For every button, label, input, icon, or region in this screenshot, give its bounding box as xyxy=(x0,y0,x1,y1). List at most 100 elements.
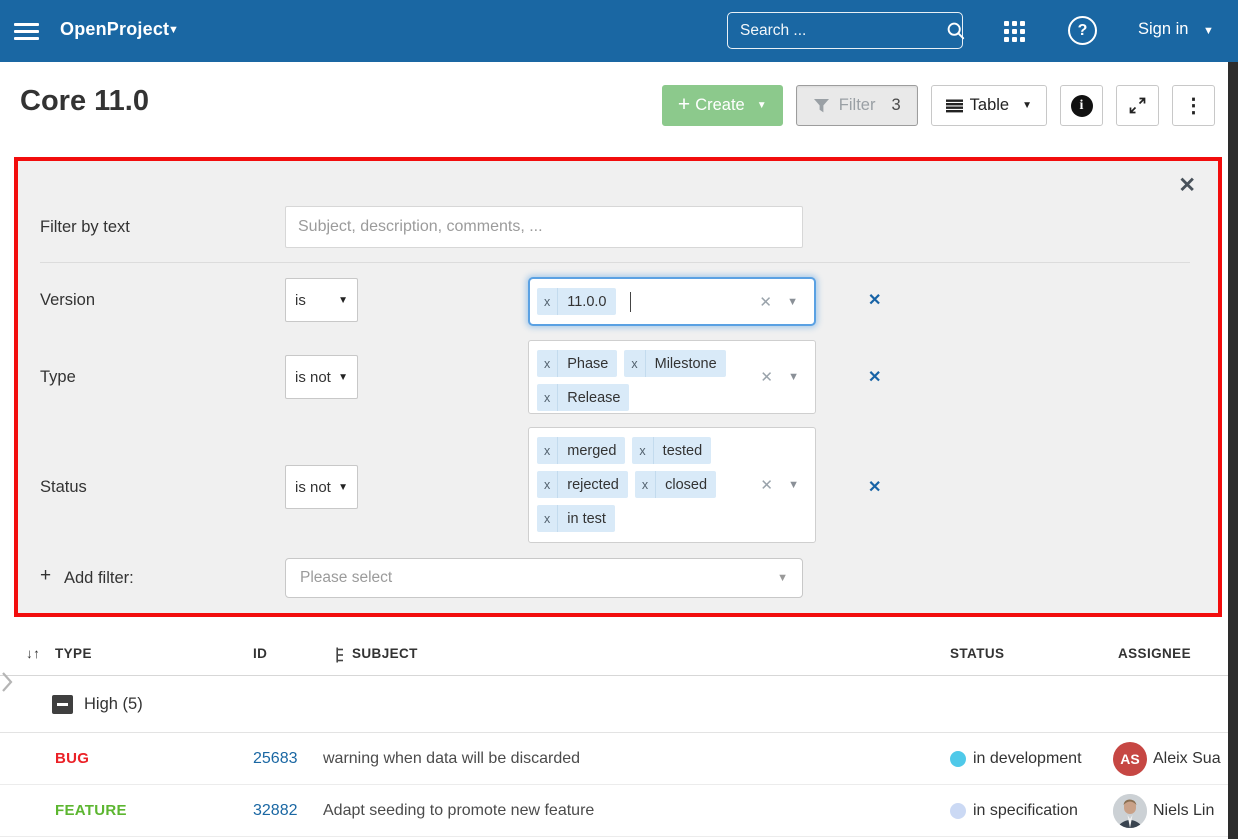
assignee-name: Aleix Sua xyxy=(1153,733,1221,785)
clear-selection-icon[interactable]: ✕ xyxy=(760,476,773,494)
dropdown-caret-icon[interactable]: ▼ xyxy=(787,296,798,308)
divider xyxy=(40,262,1190,263)
toolbar: + Create ▼ Filter 3 Table ▼ i ⋮ xyxy=(662,85,1215,126)
clear-selection-icon[interactable]: ✕ xyxy=(759,293,772,311)
value-chip: x merged xyxy=(537,437,625,464)
table-label: Table xyxy=(970,96,1009,115)
operator-value: is not xyxy=(295,479,331,496)
person-photo xyxy=(1113,794,1147,828)
create-label: Create xyxy=(695,96,745,115)
global-search[interactable] xyxy=(727,12,963,49)
column-header-assignee[interactable]: ASSIGNEE xyxy=(1118,632,1191,676)
chip-remove-icon[interactable]: x xyxy=(632,437,653,464)
column-header-status[interactable]: STATUS xyxy=(950,632,1004,676)
text-filter-input[interactable] xyxy=(285,206,803,248)
subject-cell[interactable]: Adapt seeding to promote new feature xyxy=(323,785,594,837)
chip-remove-icon[interactable]: x xyxy=(537,505,558,532)
work-package-row[interactable]: FEATURE 32882 Adapt seeding to promote n… xyxy=(0,785,1238,837)
value-chip: x in test xyxy=(537,505,615,532)
filter-name-version: Version xyxy=(40,291,95,310)
chip-label: Release xyxy=(558,390,629,406)
chevron-down-icon: ▼ xyxy=(338,372,348,383)
id-link[interactable]: 32882 xyxy=(253,785,298,837)
remove-type-filter-button[interactable]: ✕ xyxy=(868,367,881,387)
search-icon[interactable] xyxy=(946,21,966,41)
sort-icon[interactable]: ↓↑ xyxy=(26,632,40,676)
chevron-down-icon[interactable]: ▼ xyxy=(168,24,179,36)
table-view-button[interactable]: Table ▼ xyxy=(931,85,1047,126)
status-operator-select[interactable]: is not ▼ xyxy=(285,465,358,509)
subject-cell[interactable]: warning when data will be discarded xyxy=(323,733,580,785)
info-icon: i xyxy=(1071,95,1093,117)
assignee-name: Niels Lin xyxy=(1153,785,1214,837)
add-filter-label[interactable]: Add filter: xyxy=(64,569,134,588)
type-cell: FEATURE xyxy=(55,785,127,837)
chip-remove-icon[interactable]: x xyxy=(537,384,558,411)
filter-by-text-label: Filter by text xyxy=(40,218,130,237)
chip-remove-icon[interactable]: x xyxy=(537,350,558,377)
chip-remove-icon[interactable]: x xyxy=(537,437,558,464)
column-header-type[interactable]: TYPE xyxy=(55,632,92,676)
status-cell: in development xyxy=(973,733,1082,785)
plus-icon[interactable]: + xyxy=(40,565,51,587)
top-header-bar: OpenProject ▼ ? Sign in ▼ xyxy=(0,0,1238,62)
value-chip: x Phase xyxy=(537,350,617,377)
page-title: Core 11.0 xyxy=(20,85,149,118)
search-input[interactable] xyxy=(728,22,946,40)
chip-remove-icon[interactable]: x xyxy=(624,350,645,377)
info-button[interactable]: i xyxy=(1060,85,1103,126)
value-chip: x closed xyxy=(635,471,716,498)
help-icon[interactable]: ? xyxy=(1068,16,1097,45)
hamburger-menu-icon[interactable] xyxy=(14,19,40,43)
chip-remove-icon[interactable]: x xyxy=(537,471,558,498)
create-button[interactable]: + Create ▼ xyxy=(662,85,783,126)
chip-label: merged xyxy=(558,443,625,459)
version-operator-select[interactable]: is ▼ xyxy=(285,278,358,322)
value-chip: x Milestone xyxy=(624,350,725,377)
operator-value: is xyxy=(295,292,306,309)
remove-status-filter-button[interactable]: ✕ xyxy=(868,477,881,497)
chevron-down-icon[interactable]: ▼ xyxy=(1203,25,1214,37)
more-options-button[interactable]: ⋮ xyxy=(1172,85,1215,126)
type-values-multiselect[interactable]: x Phase x Milestone x Release ✕ ▼ xyxy=(528,340,816,414)
value-chip: x 11.0.0 xyxy=(537,288,616,315)
id-link[interactable]: 25683 xyxy=(253,733,298,785)
status-values-multiselect[interactable]: x merged x tested x rejected x closed x … xyxy=(528,427,816,543)
hierarchy-icon[interactable] xyxy=(336,647,345,663)
version-values-multiselect[interactable]: x 11.0.0 ✕ ▼ xyxy=(528,277,816,326)
type-operator-select[interactable]: is not ▼ xyxy=(285,355,358,399)
filter-name-status: Status xyxy=(40,478,87,497)
filter-button[interactable]: Filter 3 xyxy=(796,85,918,126)
scrollbar[interactable] xyxy=(1228,62,1238,839)
dropdown-caret-icon[interactable]: ▼ xyxy=(788,479,799,491)
status-cell: in specification xyxy=(973,785,1078,837)
chip-remove-icon[interactable]: x xyxy=(537,288,558,315)
chip-label: Milestone xyxy=(646,356,726,372)
remove-version-filter-button[interactable]: ✕ xyxy=(868,290,881,310)
group-label: High (5) xyxy=(84,676,143,733)
plus-icon: + xyxy=(678,94,690,115)
collapse-group-button[interactable] xyxy=(52,695,73,714)
filter-panel: ✕ Filter by text Version is ▼ x 11.0.0 ✕… xyxy=(14,157,1222,617)
chip-remove-icon[interactable]: x xyxy=(635,471,656,498)
work-package-row[interactable]: BUG 25683 warning when data will be disc… xyxy=(0,733,1238,785)
column-header-subject[interactable]: SUBJECT xyxy=(352,632,418,676)
dropdown-caret-icon[interactable]: ▼ xyxy=(788,371,799,383)
close-filter-button[interactable]: ✕ xyxy=(1178,173,1196,198)
sign-in-button[interactable]: Sign in xyxy=(1138,20,1188,39)
chip-label: closed xyxy=(656,477,716,493)
chip-label: rejected xyxy=(558,477,628,493)
add-filter-placeholder: Please select xyxy=(300,569,392,587)
operator-value: is not xyxy=(295,369,331,386)
apps-grid-icon[interactable] xyxy=(1004,21,1026,43)
add-filter-select[interactable]: Please select ▼ xyxy=(285,558,803,598)
app-logo[interactable]: OpenProject xyxy=(60,19,169,40)
filter-count-badge: 3 xyxy=(891,96,900,115)
fullscreen-button[interactable] xyxy=(1116,85,1159,126)
chevron-down-icon: ▼ xyxy=(757,100,767,111)
column-header-id[interactable]: ID xyxy=(253,632,267,676)
clear-selection-icon[interactable]: ✕ xyxy=(760,368,773,386)
group-row: High (5) xyxy=(0,676,1228,733)
chip-label: 11.0.0 xyxy=(558,294,615,310)
filter-name-type: Type xyxy=(40,368,76,387)
